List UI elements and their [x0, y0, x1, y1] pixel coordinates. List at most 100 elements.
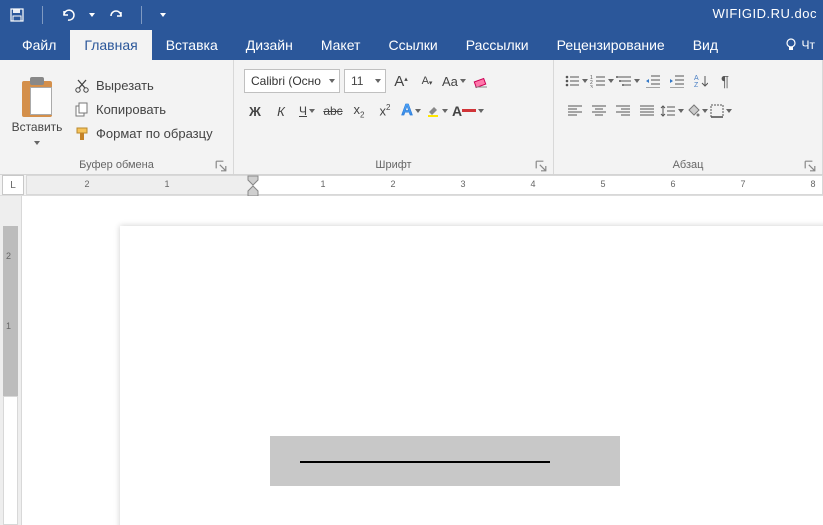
font-launcher-icon[interactable]: [535, 160, 547, 172]
sort-button[interactable]: AZ: [690, 69, 712, 93]
borders-button[interactable]: [710, 99, 732, 123]
clipboard-group-label: Буфер обмена: [79, 159, 154, 171]
strikethrough-button[interactable]: abc: [322, 99, 344, 123]
tab-insert[interactable]: Вставка: [152, 30, 232, 60]
text-effects-button[interactable]: A: [400, 99, 422, 123]
show-marks-button[interactable]: ¶: [714, 69, 736, 93]
tab-selector[interactable]: L: [2, 175, 24, 195]
paragraph-group-label: Абзац: [673, 159, 704, 171]
tab-references[interactable]: Ссылки: [374, 30, 451, 60]
tab-file[interactable]: Файл: [8, 30, 70, 60]
horizontal-ruler[interactable]: 2 1 1 2 3 4 5 6 7 8: [26, 175, 823, 195]
ruler-num: 7: [740, 179, 745, 189]
font-name-value: Calibri (Осно: [251, 74, 329, 88]
vertical-ruler[interactable]: 2 1: [0, 196, 22, 525]
page: [120, 226, 823, 525]
superscript-button[interactable]: x2: [374, 99, 396, 123]
paintbrush-icon: [74, 126, 90, 142]
font-size-value: 11: [351, 74, 375, 88]
highlight-button[interactable]: [426, 99, 448, 123]
font-color-button[interactable]: A: [452, 99, 484, 123]
bullets-button[interactable]: [564, 69, 588, 93]
tab-design[interactable]: Дизайн: [232, 30, 307, 60]
copy-button[interactable]: Копировать: [70, 100, 217, 120]
document-title: WIFIGID.RU.doc: [712, 6, 817, 21]
bold-button[interactable]: Ж: [244, 99, 266, 123]
document-area: 2 1: [0, 196, 823, 525]
svg-text:A: A: [694, 75, 699, 82]
font-name-combo[interactable]: Calibri (Осно: [244, 69, 340, 93]
clipboard-launcher-icon[interactable]: [215, 160, 227, 172]
numbering-icon: 123: [590, 74, 606, 88]
ruler-num: 3: [460, 179, 465, 189]
redo-button[interactable]: [107, 6, 125, 24]
decrease-indent-button[interactable]: [642, 69, 664, 93]
document-canvas[interactable]: [22, 196, 823, 525]
eraser-icon: [473, 73, 489, 89]
align-left-button[interactable]: [564, 99, 586, 123]
multilevel-icon: [616, 74, 632, 88]
align-right-button[interactable]: [612, 99, 634, 123]
ruler-num: 4: [530, 179, 535, 189]
indent-marker-icon[interactable]: [245, 175, 261, 197]
sort-icon: AZ: [694, 74, 708, 88]
vruler-num: 1: [6, 321, 11, 331]
undo-button[interactable]: [59, 6, 77, 24]
paste-icon: [20, 77, 54, 117]
tell-me-label: Чт: [802, 38, 816, 52]
text-selection: [270, 436, 620, 486]
line-spacing-button[interactable]: [660, 99, 684, 123]
save-button[interactable]: [8, 6, 26, 24]
paste-dropdown-icon[interactable]: [34, 141, 40, 145]
tab-mailings[interactable]: Рассылки: [452, 30, 543, 60]
align-center-button[interactable]: [588, 99, 610, 123]
italic-button[interactable]: К: [270, 99, 292, 123]
bucket-icon: [686, 104, 700, 118]
horizontal-ruler-strip: L 2 1 1 2 3 4 5 6 7 8: [0, 175, 823, 196]
borders-icon: [710, 104, 724, 118]
change-case-button[interactable]: Aa: [442, 69, 466, 93]
increase-indent-button[interactable]: [666, 69, 688, 93]
multilevel-list-button[interactable]: [616, 69, 640, 93]
justify-icon: [639, 104, 655, 118]
shrink-font-button[interactable]: A▾: [416, 69, 438, 93]
tab-home[interactable]: Главная: [70, 30, 151, 60]
paste-label: Вставить: [12, 120, 63, 134]
copy-icon: [74, 102, 90, 118]
qat-customize-button[interactable]: [158, 6, 168, 24]
paragraph-launcher-icon[interactable]: [804, 160, 816, 172]
lightbulb-icon: [784, 38, 798, 52]
qat-separator-2: [141, 6, 142, 24]
tab-review[interactable]: Рецензирование: [543, 30, 679, 60]
svg-text:Z: Z: [694, 82, 699, 88]
format-painter-label: Формат по образцу: [96, 126, 213, 141]
clear-formatting-button[interactable]: [470, 69, 492, 93]
undo-dropdown-icon[interactable]: [89, 13, 95, 17]
scissors-icon: [74, 78, 90, 94]
grow-font-button[interactable]: A▴: [390, 69, 412, 93]
justify-button[interactable]: [636, 99, 658, 123]
shading-button[interactable]: [686, 99, 708, 123]
numbering-button[interactable]: 123: [590, 69, 614, 93]
cut-button[interactable]: Вырезать: [70, 76, 217, 96]
group-paragraph: 123 AZ ¶ Абзац: [554, 60, 823, 174]
horizontal-line-content: [300, 461, 550, 463]
quick-access-toolbar: [8, 6, 168, 24]
tell-me[interactable]: Чт: [776, 30, 823, 60]
copy-label: Копировать: [96, 102, 166, 117]
format-painter-button[interactable]: Формат по образцу: [70, 124, 217, 144]
group-font: Calibri (Осно 11 A▴ A▾ Aa Ж: [234, 60, 554, 174]
ruler-num: 2: [84, 179, 89, 189]
align-right-icon: [615, 104, 631, 118]
subscript-button[interactable]: x2: [348, 99, 370, 123]
line-spacing-icon: [660, 104, 676, 118]
ruler-num: 5: [600, 179, 605, 189]
ruler-num: 8: [810, 179, 815, 189]
tab-view[interactable]: Вид: [679, 30, 732, 60]
underline-button[interactable]: Ч: [296, 99, 318, 123]
font-size-combo[interactable]: 11: [344, 69, 386, 93]
paste-button[interactable]: Вставить: [6, 63, 68, 156]
outdent-icon: [645, 74, 661, 88]
align-left-icon: [567, 104, 583, 118]
tab-layout[interactable]: Макет: [307, 30, 375, 60]
